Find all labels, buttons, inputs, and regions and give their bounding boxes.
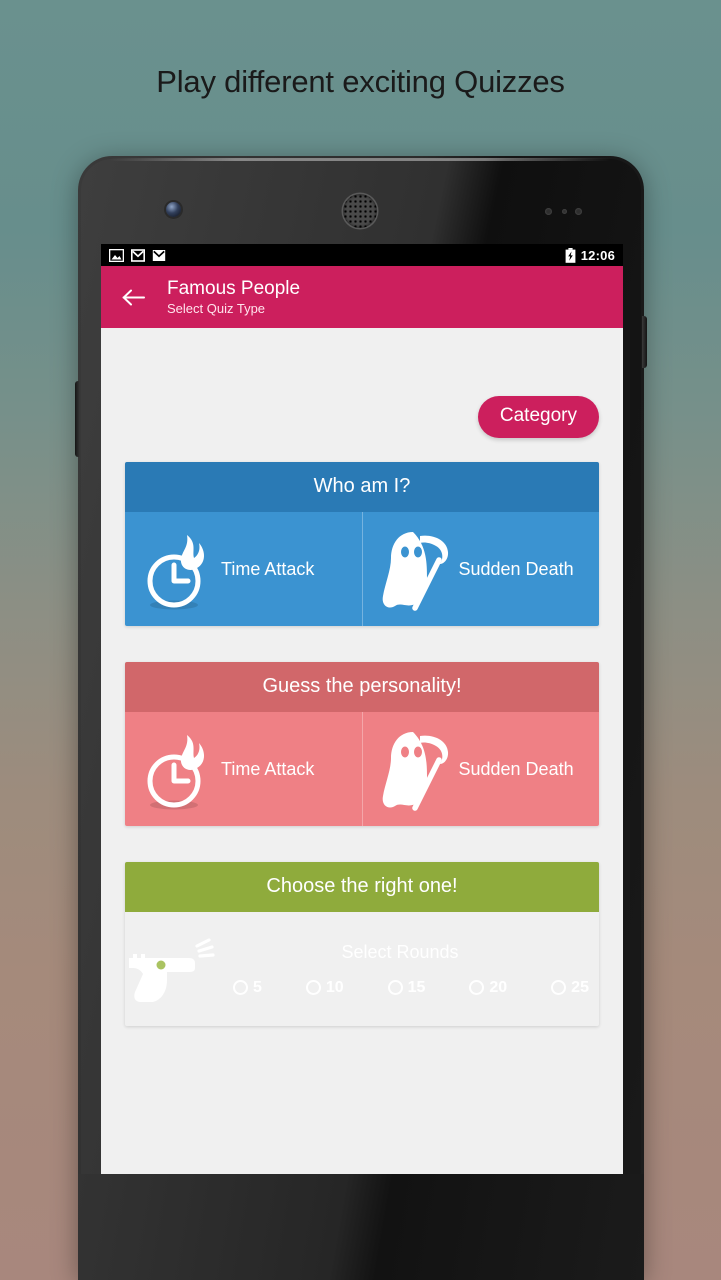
gmail-icon [131,248,145,262]
battery-charging-icon [565,247,576,263]
round-option-label: 5 [253,978,262,996]
page-subtitle: Select Quiz Type [167,301,266,316]
quiz-card-modes: Time Attack Sudden Death [125,512,599,626]
round-option-label: 10 [325,978,344,996]
arrow-back-icon [122,289,145,305]
mode-sudden-death[interactable]: Sudden Death [361,712,600,826]
category-row: Category [101,328,623,438]
clock-flame-icon [137,725,217,813]
reaper-scythe-icon [375,725,455,813]
mode-label: Time Attack [221,758,315,779]
light-sensor-icon [562,209,567,214]
category-button[interactable]: Category [477,396,599,438]
notification-led-icon [575,208,582,215]
radio-icon[interactable] [387,980,403,995]
main-content: Category Who am I? Time Attack Sudden De… [101,328,623,1174]
app-bar: Famous People Select Quiz Type [101,266,623,328]
quiz-card-choose-the-right-one: Choose the right one! Select Rounds 5 10… [125,862,599,1026]
round-option-25[interactable]: 25 [551,979,589,997]
app-bar-back-button[interactable] [115,278,153,316]
earpiece-speaker-icon [343,194,377,228]
status-bar-system-icons: 12:06 [565,247,615,263]
rounds-selector-body: Select Rounds 5 10 15 20 25 [125,912,599,1026]
proximity-sensor-icon [545,208,552,215]
radio-icon[interactable] [233,980,248,995]
image-icon [109,248,124,262]
quiz-card-title: Guess the personality! [125,662,599,712]
quiz-card-list: Who am I? Time Attack Sudden Death Guess… [101,438,623,1026]
phone-screen: 12:06 Famous People Select Quiz Type Cat… [101,244,623,1174]
quiz-card-modes: Time Attack Sudden Death [125,712,599,826]
quiz-card-who-am-i: Who am I? Time Attack Sudden Death [125,462,599,626]
quiz-card-title: Choose the right one! [125,862,599,912]
quiz-card-guess-the-personality: Guess the personality! Time Attack Sudde… [125,662,599,826]
rounds-label: Select Rounds [341,941,459,962]
clock-flame-icon [137,525,217,613]
round-option-label: 20 [489,978,508,996]
status-bar-clock: 12:06 [580,247,615,263]
bezel-highlight [110,158,610,161]
mode-time-attack[interactable]: Time Attack [125,712,362,826]
page-title: Famous People [167,278,301,299]
power-button[interactable] [642,316,647,368]
promo-headline: Play different exciting Quizzes [156,64,565,99]
status-bar: 12:06 [101,244,623,266]
volume-button[interactable] [75,381,80,457]
reaper-scythe-icon [375,525,455,613]
app-bar-text-block: Famous People Select Quiz Type [167,277,300,317]
front-camera-icon [166,202,181,217]
mode-label: Sudden Death [458,758,574,779]
radio-icon[interactable] [469,980,485,995]
gmail-icon [152,249,166,261]
mode-label: Sudden Death [458,558,574,579]
round-option-label: 15 [407,978,426,996]
pistol-icon [125,912,221,1026]
mode-time-attack[interactable]: Time Attack [125,512,362,626]
round-option-20[interactable]: 20 [469,979,507,997]
radio-icon[interactable] [551,980,567,995]
mode-sudden-death[interactable]: Sudden Death [361,512,600,626]
status-bar-notification-icons [109,248,166,262]
mode-label: Time Attack [221,558,315,579]
round-option-15[interactable]: 15 [387,978,426,997]
round-option-label: 25 [571,978,589,996]
quiz-card-title: Who am I? [125,462,599,512]
radio-icon[interactable] [305,980,321,995]
rounds-options: 5 10 15 20 25 [221,979,593,997]
round-option-10[interactable]: 10 [305,978,344,997]
phone-bottom-bezel [78,1174,644,1280]
phone-device-frame: 12:06 Famous People Select Quiz Type Cat… [75,156,647,1280]
round-option-5[interactable]: 5 [233,979,262,997]
rounds-selector: Select Rounds 5 10 15 20 25 [221,912,599,1026]
